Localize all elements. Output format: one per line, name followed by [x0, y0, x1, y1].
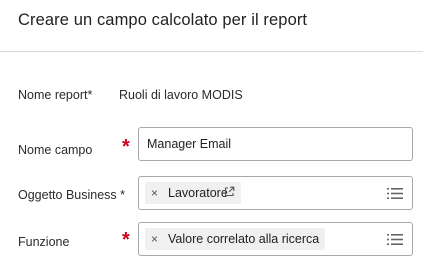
business-object-label: Oggetto Business * [18, 188, 126, 202]
list-icon[interactable] [387, 233, 403, 246]
dialog-title: Creare un campo calcolato per il report [18, 11, 308, 29]
field-name-input[interactable]: Manager Email [138, 127, 413, 161]
report-name-value: Ruoli di lavoro MODIS [119, 88, 243, 102]
external-link-icon[interactable] [224, 186, 235, 197]
field-name-input-value: Manager Email [147, 137, 232, 151]
function-label: Funzione [18, 235, 70, 249]
function-field[interactable]: × Valore correlato alla ricerca [138, 222, 413, 256]
function-chip-label[interactable]: Valore correlato alla ricerca [168, 232, 319, 246]
list-icon[interactable] [387, 187, 403, 200]
business-object-field[interactable]: × Lavoratore [138, 176, 413, 210]
function-chip: × Valore correlato alla ricerca [145, 228, 326, 250]
close-icon[interactable]: × [151, 187, 158, 199]
function-required-mark: * [122, 229, 130, 251]
close-icon[interactable]: × [151, 233, 158, 245]
report-name-label: Nome report* [18, 88, 93, 102]
field-name-required-mark: * [122, 136, 130, 158]
business-object-chip-label[interactable]: Lavoratore [168, 186, 228, 200]
business-object-chip: × Lavoratore [145, 182, 241, 204]
header-divider [0, 51, 423, 52]
field-name-label: Nome campo [18, 143, 93, 157]
